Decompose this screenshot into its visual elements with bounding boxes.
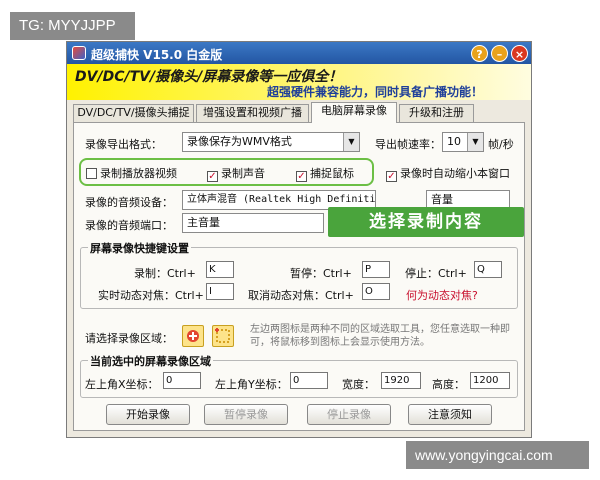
stop-recording-button[interactable]: 停止录像 <box>307 404 391 425</box>
promo-banner: DV/DC/TV/摄像头/屏幕录像等一应俱全！ 超强硬件兼容能力，同时具备广播功… <box>67 64 531 100</box>
app-window: 超级捕快 V15.0 白金版 ? – × DV/DC/TV/摄像头/屏幕录像等一… <box>66 41 532 438</box>
checkbox-label: 录制声音 <box>221 167 265 180</box>
hotkey-pause-label: 暂停：Ctrl+ <box>290 267 352 280</box>
region-y-label: 左上角Y坐标： <box>215 378 288 391</box>
checkmark-icon: ✓ <box>296 171 307 182</box>
audio-device-label: 录像的音频设备： <box>85 196 173 209</box>
audio-port-value: 主音量 <box>187 216 220 229</box>
tab-screen-recording[interactable]: 电脑屏幕录像 <box>311 102 397 123</box>
hotkey-stop-label: 停止：Ctrl+ <box>405 267 467 280</box>
watermark-top: TG: MYYJJPP <box>10 12 135 40</box>
dynamic-focus-help-link[interactable]: 何为动态对焦? <box>406 287 478 303</box>
format-label: 录像导出格式： <box>85 138 162 151</box>
audio-port-select[interactable]: 主音量 <box>182 213 324 233</box>
region-height-label: 高度： <box>432 378 465 391</box>
tab-capture[interactable]: DV/DC/TV/摄像头捕捉 <box>73 104 194 122</box>
hotkey-pause-input[interactable]: P <box>362 261 390 278</box>
region-select-hint: 左边两图标是两种不同的区域选取工具，您任意选取一种即可，将鼠标移到图标上会显示使… <box>250 324 510 348</box>
volume-label: 音量 <box>431 193 453 206</box>
app-icon <box>72 46 86 60</box>
hotkey-record-input[interactable]: K <box>206 261 234 278</box>
hotkey-focus-label: 实时动态对焦：Ctrl+ <box>98 289 204 302</box>
chevron-down-icon: ▼ <box>343 133 359 151</box>
hotkey-focus-input[interactable]: I <box>206 283 234 300</box>
start-recording-button[interactable]: 开始录像 <box>106 404 190 425</box>
audio-port-label: 录像的音频端口： <box>85 219 173 232</box>
region-width-input[interactable]: 1920 <box>381 372 421 389</box>
rectangle-select-icon <box>215 328 230 343</box>
audio-device-value: 立体声混音 (Realtek High Definiti <box>187 194 376 205</box>
checkbox-label: 录制播放器视频 <box>100 167 177 180</box>
format-select[interactable]: 录像保存为WMV格式 ▼ <box>182 132 360 152</box>
checkbox-auto-minimize[interactable]: ✓ 录像时自动缩小本窗口 <box>386 165 510 182</box>
region-select-label: 请选择录像区域： <box>85 332 173 345</box>
pause-recording-button[interactable]: 暂停录像 <box>204 404 288 425</box>
checkmark-icon: ✓ <box>386 171 397 182</box>
close-button[interactable]: × <box>511 45 528 62</box>
crosshair-icon <box>187 330 199 342</box>
hotkey-record-label: 录制：Ctrl+ <box>134 267 196 280</box>
hotkey-stop-input[interactable]: Q <box>474 261 502 278</box>
fps-select[interactable]: 10 ▼ <box>442 132 484 152</box>
window-title: 超级捕快 V15.0 白金版 <box>91 48 223 62</box>
checkbox-capture-mouse[interactable]: ✓ 捕捉鼠标 <box>296 165 354 182</box>
title-bar: 超级捕快 V15.0 白金版 ? – × <box>67 42 531 64</box>
region-x-input[interactable]: 0 <box>163 372 201 389</box>
checkbox-label: 捕捉鼠标 <box>310 167 354 180</box>
format-value: 录像保存为WMV格式 <box>187 135 292 148</box>
checkbox-box <box>86 168 97 179</box>
current-region-title: 当前选中的屏幕录像区域 <box>88 353 213 369</box>
banner-line-2: 超强硬件兼容能力，同时具备广播功能！ <box>267 85 484 99</box>
watermark-bottom: www.yongyingcai.com <box>406 441 589 469</box>
region-x-label: 左上角X坐标： <box>85 378 159 391</box>
help-button[interactable]: ? <box>471 45 488 62</box>
chevron-down-icon: ▼ <box>467 133 483 151</box>
region-width-label: 宽度： <box>342 378 375 391</box>
region-height-input[interactable]: 1200 <box>470 372 510 389</box>
region-tool-rectangle-button[interactable] <box>212 325 234 347</box>
hotkey-cancel-focus-input[interactable]: O <box>362 283 390 300</box>
region-y-input[interactable]: 0 <box>290 372 328 389</box>
tab-enhanced-settings[interactable]: 增强设置和视频广播 <box>196 104 309 122</box>
screen-recording-panel: 录像导出格式： 录像保存为WMV格式 ▼ 导出帧速率： 10 ▼ 帧/秒 录制播… <box>73 122 525 431</box>
notes-button[interactable]: 注意须知 <box>408 404 492 425</box>
region-tool-crosshair-button[interactable] <box>182 325 204 347</box>
fps-value: 10 <box>447 135 461 148</box>
fps-label: 导出帧速率： <box>375 138 441 151</box>
tab-upgrade[interactable]: 升级和注册 <box>399 104 474 122</box>
callout-select-content: 选择录制内容 <box>328 207 524 237</box>
checkbox-record-audio[interactable]: ✓ 录制声音 <box>207 165 265 182</box>
fps-unit: 帧/秒 <box>488 138 514 151</box>
minimize-button[interactable]: – <box>491 45 508 62</box>
hotkey-cancel-focus-label: 取消动态对焦：Ctrl+ <box>248 289 354 302</box>
hotkeys-title: 屏幕录像快捷键设置 <box>88 240 191 256</box>
checkmark-icon: ✓ <box>207 171 218 182</box>
checkbox-label: 录像时自动缩小本窗口 <box>400 167 510 180</box>
checkbox-record-player[interactable]: 录制播放器视频 <box>86 165 177 181</box>
